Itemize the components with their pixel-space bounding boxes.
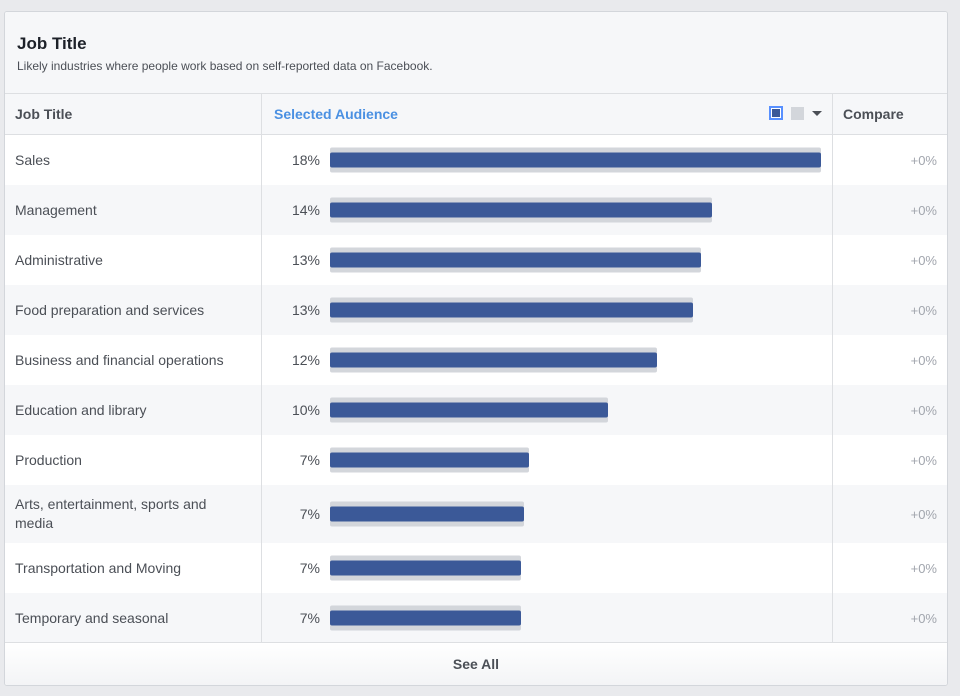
percent-label: 14% xyxy=(291,202,320,218)
audience-bar-cell: 7% xyxy=(262,485,833,543)
job-title-label: Food preparation and services xyxy=(5,285,262,335)
compare-value: +0% xyxy=(910,202,937,218)
table-row: Management 14% +0% xyxy=(5,185,947,235)
audience-bar-cell: 12% xyxy=(262,335,833,385)
column-header-selected-audience[interactable]: Selected Audience xyxy=(262,94,833,134)
table-header: Job Title Selected Audience Compare xyxy=(5,94,947,135)
percent-label: 7% xyxy=(299,506,320,522)
job-title-card: Job Title Likely industries where people… xyxy=(4,11,948,686)
compare-value: +0% xyxy=(910,452,937,468)
table-row: Education and library 10% +0% xyxy=(5,385,947,435)
table-row: Production 7% +0% xyxy=(5,435,947,485)
selected-audience-label: Selected Audience xyxy=(274,106,398,122)
job-title-label: Administrative xyxy=(5,235,262,285)
job-title-label: Management xyxy=(5,185,262,235)
bar-fill xyxy=(330,302,693,318)
bar-fill xyxy=(330,560,521,576)
bar-fill xyxy=(330,202,712,218)
compare-value: +0% xyxy=(910,506,937,522)
compare-value: +0% xyxy=(910,402,937,418)
audience-bar-cell: 13% xyxy=(262,285,833,335)
job-title-label: Arts, entertainment, sports and media xyxy=(5,485,262,543)
job-title-label: Sales xyxy=(5,135,262,185)
percent-label: 7% xyxy=(299,560,320,576)
audience-bar-cell: 7% xyxy=(262,543,833,593)
table-row: Temporary and seasonal 7% +0% xyxy=(5,593,947,643)
card-title: Job Title xyxy=(17,34,87,53)
bar-fill xyxy=(330,452,529,468)
job-title-label: Education and library xyxy=(5,385,262,435)
see-all-button[interactable]: See All xyxy=(453,656,499,672)
caret-down-icon[interactable] xyxy=(812,110,822,116)
percent-label: 13% xyxy=(291,302,320,318)
audience-bar-cell: 10% xyxy=(262,385,833,435)
audience-bar-cell: 7% xyxy=(262,593,833,643)
column-header-compare[interactable]: Compare xyxy=(833,94,947,134)
table-row: Transportation and Moving 7% +0% xyxy=(5,543,947,593)
compare-value: +0% xyxy=(910,302,937,318)
card-footer: See All xyxy=(5,642,947,685)
bar-fill xyxy=(330,352,657,368)
percent-label: 13% xyxy=(291,252,320,268)
percent-label: 10% xyxy=(291,402,320,418)
percent-label: 18% xyxy=(291,152,320,168)
audience-bar-cell: 18% xyxy=(262,135,833,185)
percent-label: 7% xyxy=(299,452,320,468)
comparison-swatch-icon[interactable] xyxy=(791,106,804,120)
table-body: Sales 18% +0% Management 14% +0% Administrativ… xyxy=(5,135,947,643)
column-header-job-title[interactable]: Job Title xyxy=(5,94,262,134)
table-row: Administrative 13% +0% xyxy=(5,235,947,285)
compare-value: +0% xyxy=(910,560,937,576)
job-title-label: Transportation and Moving xyxy=(5,543,262,593)
table-row: Business and financial operations 12% +0% xyxy=(5,335,947,385)
compare-value: +0% xyxy=(910,252,937,268)
compare-value: +0% xyxy=(910,352,937,368)
job-title-label: Temporary and seasonal xyxy=(5,593,262,643)
bar-fill xyxy=(330,506,524,522)
compare-value: +0% xyxy=(910,152,937,168)
selected-audience-swatch-icon[interactable] xyxy=(769,106,783,120)
job-title-label: Business and financial operations xyxy=(5,335,262,385)
job-title-label: Production xyxy=(5,435,262,485)
audience-bar-cell: 7% xyxy=(262,435,833,485)
bar-fill xyxy=(330,252,701,268)
percent-label: 12% xyxy=(291,352,320,368)
audience-bar-cell: 14% xyxy=(262,185,833,235)
table-row: Arts, entertainment, sports and media 7% +… xyxy=(5,485,947,543)
bar-fill xyxy=(330,610,521,626)
audience-bar-cell: 13% xyxy=(262,235,833,285)
bar-fill xyxy=(330,152,821,168)
card-header: Job Title Likely industries where people… xyxy=(5,12,947,94)
bar-fill xyxy=(330,402,608,418)
view-controls xyxy=(769,106,822,120)
compare-value: +0% xyxy=(910,610,937,626)
percent-label: 7% xyxy=(299,610,320,626)
table-row: Food preparation and services 13% +0% xyxy=(5,285,947,335)
table-row: Sales 18% +0% xyxy=(5,135,947,185)
card-subtitle: Likely industries where people work base… xyxy=(17,59,433,73)
